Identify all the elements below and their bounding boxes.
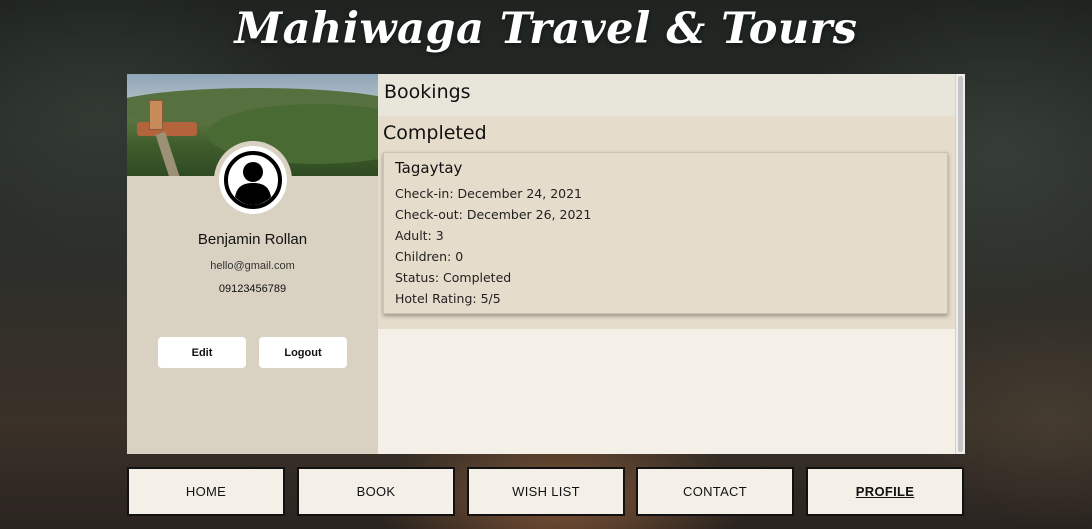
nav-wish-list[interactable]: WISH LIST bbox=[467, 467, 625, 516]
bookings-panel: Bookings Completed Tagaytay Check-in: De… bbox=[378, 74, 955, 454]
user-name: Benjamin Rollan bbox=[197, 231, 308, 248]
profile-card: Benjamin Rollan hello@gmail.com 09123456… bbox=[127, 74, 965, 454]
avatar bbox=[214, 141, 292, 219]
bookings-header: Bookings bbox=[378, 74, 955, 116]
completed-section: Completed Tagaytay Check-in: December 24… bbox=[378, 116, 955, 329]
nav-profile[interactable]: PROFILE bbox=[806, 467, 964, 516]
scrollbar[interactable] bbox=[955, 74, 965, 454]
completed-title: Completed bbox=[383, 122, 487, 144]
booking-children: Children: 0 bbox=[395, 249, 464, 264]
scrollbar-thumb[interactable] bbox=[958, 76, 963, 452]
nav-book[interactable]: BOOK bbox=[297, 467, 455, 516]
nav-contact[interactable]: CONTACT bbox=[636, 467, 794, 516]
booking-check-in: Check-in: December 24, 2021 bbox=[395, 186, 582, 201]
booking-check-out: Check-out: December 26, 2021 bbox=[395, 207, 592, 222]
booking-destination: Tagaytay bbox=[395, 159, 463, 177]
booking-card: Tagaytay Check-in: December 24, 2021 Che… bbox=[383, 152, 948, 314]
site-title: Mahiwaga Travel & Tours bbox=[234, 4, 858, 54]
nav-home[interactable]: HOME bbox=[127, 467, 285, 516]
edit-button[interactable]: Edit bbox=[158, 337, 246, 368]
booking-rating: Hotel Rating: 5/5 bbox=[395, 291, 501, 306]
booking-adult: Adult: 3 bbox=[395, 228, 444, 243]
profile-panel: Benjamin Rollan hello@gmail.com 09123456… bbox=[127, 74, 378, 454]
main-nav: HOME BOOK WISH LIST CONTACT PROFILE bbox=[127, 467, 965, 516]
logout-button[interactable]: Logout bbox=[259, 337, 347, 368]
user-phone: 09123456789 bbox=[218, 283, 287, 295]
user-avatar-icon bbox=[224, 151, 282, 209]
booking-status: Status: Completed bbox=[395, 270, 512, 285]
user-email: hello@gmail.com bbox=[210, 260, 295, 272]
